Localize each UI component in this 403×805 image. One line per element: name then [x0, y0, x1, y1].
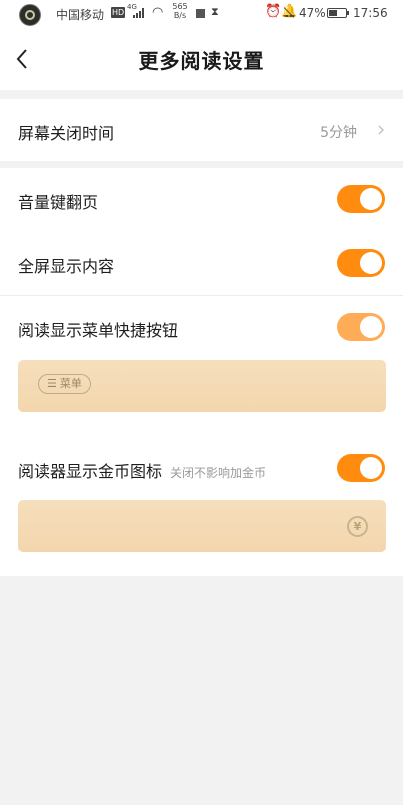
alarm-icon: ⏰	[265, 4, 282, 19]
chevron-right-icon	[378, 125, 384, 135]
volume-page-turn-label: 音量键翻页	[18, 193, 99, 212]
menu-shortcut-preview: ☰ 菜单	[18, 360, 386, 412]
mute-bell-icon: 🔔	[281, 4, 298, 19]
coin-icon-hint: 关闭不影响加金币	[170, 466, 267, 480]
app-notification-icon	[19, 4, 41, 26]
battery-percent: 47%	[299, 6, 326, 20]
menu-pill: ☰ 菜单	[38, 374, 91, 394]
coin-icon-preview: ¥	[18, 500, 386, 552]
network-speed: 565 B/s	[172, 2, 188, 20]
coin-icon: ¥	[347, 516, 368, 537]
network-speed-unit: B/s	[173, 11, 187, 20]
volume-page-turn-toggle[interactable]	[337, 185, 385, 213]
reading-toggles-card: 音量键翻页 全屏显示内容 阅读显示菜单快捷按钮 ☰ 菜单 阅读器显示金币图标 关闭…	[0, 168, 403, 576]
screen-timeout-card: 屏幕关闭时间 5分钟	[0, 99, 403, 161]
page-title: 更多阅读设置	[138, 49, 265, 73]
clock: 17:56	[353, 6, 388, 20]
hourglass-icon: ⧗	[211, 5, 219, 18]
nav-bar: 更多阅读设置	[0, 28, 403, 90]
menu-pill-label: 菜单	[59, 377, 82, 390]
wifi-icon: ◠	[152, 5, 164, 20]
screen-timeout-row[interactable]: 屏幕关闭时间 5分钟	[0, 99, 403, 161]
menu-shortcut-toggle[interactable]	[337, 313, 385, 341]
fullscreen-toggle[interactable]	[337, 249, 385, 277]
screen-timeout-label: 屏幕关闭时间	[18, 124, 115, 143]
menu-shortcut-label: 阅读显示菜单快捷按钮	[18, 321, 179, 340]
coin-icon-row: 阅读器显示金币图标 关闭不影响加金币	[0, 446, 403, 494]
status-bar: 中国移动 HD 4G ◠ 565 B/s ⧗ ⏰ 🔔 47% 17:56	[0, 0, 403, 28]
fullscreen-row: 全屏显示内容	[0, 231, 403, 295]
menu-lines-icon: ☰	[47, 377, 57, 390]
notification-square-icon	[196, 9, 205, 18]
coin-icon-toggle[interactable]	[337, 454, 385, 482]
battery-icon	[327, 8, 349, 18]
network-speed-value: 565	[172, 2, 188, 11]
volume-page-turn-row: 音量键翻页	[0, 168, 403, 231]
coin-icon-label: 阅读器显示金币图标	[18, 462, 163, 481]
coin-icon-label-group: 阅读器显示金币图标 关闭不影响加金币	[18, 458, 266, 482]
carrier-name: 中国移动	[56, 8, 105, 22]
fullscreen-label: 全屏显示内容	[18, 257, 115, 276]
hd-badge: HD	[111, 7, 126, 18]
screen-timeout-value: 5分钟	[320, 125, 357, 141]
menu-shortcut-row: 阅读显示菜单快捷按钮	[0, 296, 403, 356]
signal-icon	[133, 8, 144, 18]
